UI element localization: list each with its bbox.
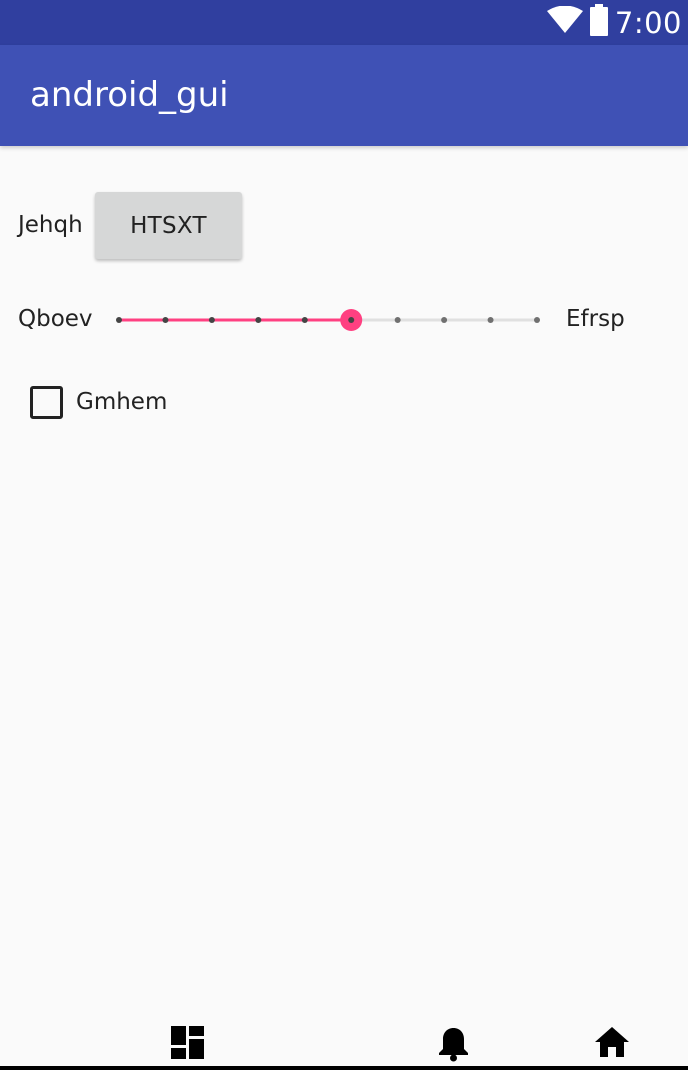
slider-max-label: Efrsp [566,306,625,332]
slider-thumb-tick [348,317,355,323]
main-content: Jehqh HTSXT Qboev Efrsp Gmhem [0,146,688,1036]
slider-track[interactable] [108,302,548,338]
battery-icon [589,4,609,41]
slider-tick [116,317,122,323]
discrete-slider[interactable] [108,302,548,338]
row1-label: Jehqh [18,212,83,238]
gmhem-checkbox[interactable] [30,385,63,419]
status-icons: 7:00 [546,0,682,45]
slider-tick [487,317,494,323]
slider-tick [534,317,540,323]
bottom-nav-bar [0,1016,688,1070]
nav-divider [0,1066,688,1070]
home-icon[interactable] [594,1026,630,1063]
app-bar: android_gui [0,45,688,146]
status-time: 7:00 [614,5,682,40]
slider-tick [208,317,215,323]
slider-tick [162,317,169,323]
bell-icon[interactable] [438,1026,469,1067]
slider-min-label: Qboev [18,306,93,332]
slider-tick [301,317,308,323]
checkbox-label: Gmhem [76,389,168,415]
app-title: android_gui [30,75,229,115]
htsxt-button[interactable]: HTSXT [95,192,242,259]
slider-tick [255,317,262,323]
slider-tick [394,317,401,323]
gmhem-checkbox-row[interactable]: Gmhem [30,384,167,420]
dashboard-icon[interactable] [171,1026,204,1064]
status-bar: 7:00 [0,0,688,45]
slider-tick [441,317,448,323]
wifi-icon [546,5,583,39]
